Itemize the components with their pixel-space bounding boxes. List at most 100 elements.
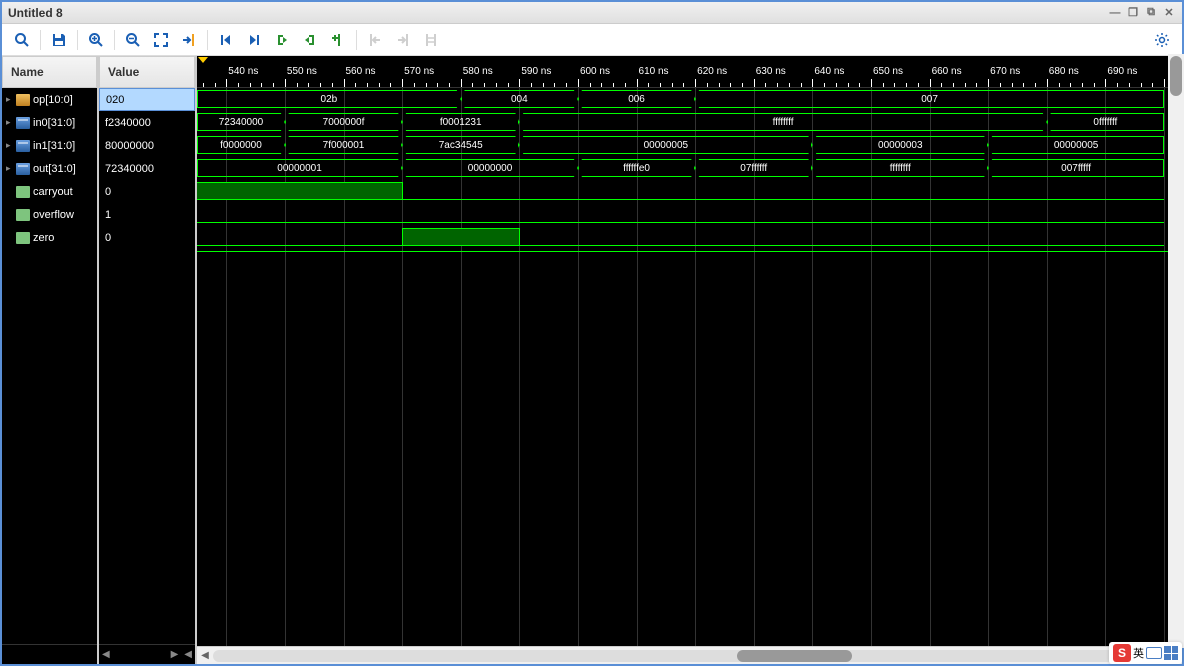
signal-value[interactable]: 72340000 (99, 157, 195, 180)
bus-segment: 07ffffff (695, 159, 812, 177)
search-button[interactable] (10, 28, 34, 52)
bus-segment: 7ac34545 (402, 136, 519, 154)
scroll-right-icon[interactable]: ▶ (168, 649, 182, 660)
signal-row[interactable]: overflow (2, 203, 97, 226)
bus-segment: 00000003 (812, 136, 988, 154)
signal-row[interactable]: zero (2, 226, 97, 249)
bus-segment: 00000000 (402, 159, 578, 177)
next-transition-button[interactable] (298, 28, 322, 52)
expand-icon[interactable]: ▸ (6, 140, 16, 151)
swap-markers-button[interactable] (419, 28, 443, 52)
wire-level (402, 228, 519, 246)
bus-segment: 00000005 (519, 136, 812, 154)
wire-level (519, 245, 1164, 246)
ime-indicator[interactable]: S 英 (1109, 642, 1182, 664)
signal-value[interactable]: 0 (99, 226, 195, 249)
expand-icon[interactable]: ▸ (6, 94, 16, 105)
titlebar[interactable]: Untitled 8 — ❐ ⧉ ✕ (2, 2, 1182, 24)
wire-level (197, 222, 1164, 223)
signal-value[interactable]: 020 (99, 88, 195, 111)
ime-label: 英 (1133, 645, 1144, 661)
settings-button[interactable] (1150, 28, 1174, 52)
time-ruler[interactable]: 540 ns550 ns560 ns570 ns580 ns590 ns600 … (197, 56, 1182, 88)
signal-value[interactable]: 80000000 (99, 134, 195, 157)
bus-segment: ffffffff (812, 159, 988, 177)
signal-name: zero (33, 232, 54, 244)
wire-level (197, 182, 402, 200)
bus-segment: 004 (461, 90, 578, 108)
zoom-in-button[interactable] (84, 28, 108, 52)
signal-row[interactable]: ▸ in0[31:0] (2, 111, 97, 134)
goto-cursor-button[interactable] (177, 28, 201, 52)
signal-name: out[31:0] (33, 163, 76, 175)
signal-row[interactable]: ▸ op[10:0] (2, 88, 97, 111)
hscroll-left-icon[interactable]: ◀ (197, 648, 213, 664)
name-footer (2, 644, 97, 664)
goto-first-button[interactable] (214, 28, 238, 52)
expand-icon[interactable]: ▸ (6, 117, 16, 128)
sogou-icon: S (1113, 644, 1131, 662)
bus-segment: 006 (578, 90, 695, 108)
bus-icon (16, 117, 30, 129)
signal-value[interactable]: f2340000 (99, 111, 195, 134)
value-header[interactable]: Value (99, 56, 195, 88)
horizontal-scrollbar[interactable]: ◀ ▶ (197, 646, 1182, 664)
bus-segment: f0001231 (402, 113, 519, 131)
prev-transition-button[interactable] (270, 28, 294, 52)
signal-name: carryout (33, 186, 73, 198)
goto-last-button[interactable] (242, 28, 266, 52)
save-button[interactable] (47, 28, 71, 52)
hscroll-thumb[interactable] (737, 650, 851, 662)
window-title: Untitled 8 (8, 6, 63, 20)
zoom-out-button[interactable] (121, 28, 145, 52)
keyboard-icon (1146, 647, 1162, 659)
bus-segment: 7f000001 (285, 136, 402, 154)
value-column: Value 020f23400008000000072340000010 ◀ ▶… (99, 56, 197, 664)
signal-value[interactable]: 0 (99, 180, 195, 203)
bus-segment: 007fffff (988, 159, 1164, 177)
main-area: Name ▸ op[10:0] ▸ in0[31:0] ▸ in1[31:0] ▸ out[3… (2, 56, 1182, 664)
signal-name: in1[31:0] (33, 140, 75, 152)
wire-icon (16, 186, 30, 198)
vscroll-thumb[interactable] (1170, 56, 1182, 96)
scroll-left-icon[interactable]: ◀ (99, 649, 113, 660)
waveform-viewer-window: Untitled 8 — ❐ ⧉ ✕ Name ▸ op[10:0] ▸ in0[31… (0, 0, 1184, 666)
close-icon[interactable]: ✕ (1162, 6, 1176, 20)
waveform-area[interactable]: 02b004006007723400007000000ff0001231ffff… (197, 88, 1182, 646)
bus-segment: 02b (197, 90, 461, 108)
bus-segment: 7000000f (285, 113, 402, 131)
scroll-left2-icon[interactable]: ◀ (181, 649, 195, 660)
signal-name: op[10:0] (33, 94, 73, 106)
signal-row[interactable]: ▸ in1[31:0] (2, 134, 97, 157)
signal-value[interactable]: 1 (99, 203, 195, 226)
op-icon (16, 94, 30, 106)
bus-segment: 72340000 (197, 113, 285, 131)
toolbar (2, 24, 1182, 56)
minimize-icon[interactable]: — (1108, 6, 1122, 20)
bus-icon (16, 163, 30, 175)
zoom-fit-button[interactable] (149, 28, 173, 52)
name-header[interactable]: Name (2, 56, 97, 88)
wire-level (402, 199, 1164, 200)
bus-icon (16, 140, 30, 152)
prev-marker-button[interactable] (363, 28, 387, 52)
add-marker-button[interactable] (326, 28, 350, 52)
maximize-icon[interactable]: ❐ (1126, 6, 1140, 20)
bus-segment: ffffffff (519, 113, 1046, 131)
next-marker-button[interactable] (391, 28, 415, 52)
bus-segment: f0000000 (197, 136, 285, 154)
signal-row[interactable]: carryout (2, 180, 97, 203)
bus-segment: 007 (695, 90, 1164, 108)
value-footer: ◀ ▶ ◀ (99, 644, 195, 664)
expand-icon[interactable]: ▸ (6, 163, 16, 174)
signal-row[interactable]: ▸ out[31:0] (2, 157, 97, 180)
bus-segment: 0fffffff (1047, 113, 1164, 131)
name-column: Name ▸ op[10:0] ▸ in0[31:0] ▸ in1[31:0] ▸ out[3… (2, 56, 99, 664)
signal-name: in0[31:0] (33, 117, 75, 129)
restore-icon[interactable]: ⧉ (1144, 6, 1158, 20)
bus-segment: 00000005 (988, 136, 1164, 154)
waveform-panel: 540 ns550 ns560 ns570 ns580 ns590 ns600 … (197, 56, 1182, 664)
signal-name: overflow (33, 209, 74, 221)
wire-icon (16, 209, 30, 221)
vertical-scrollbar[interactable] (1168, 54, 1184, 648)
